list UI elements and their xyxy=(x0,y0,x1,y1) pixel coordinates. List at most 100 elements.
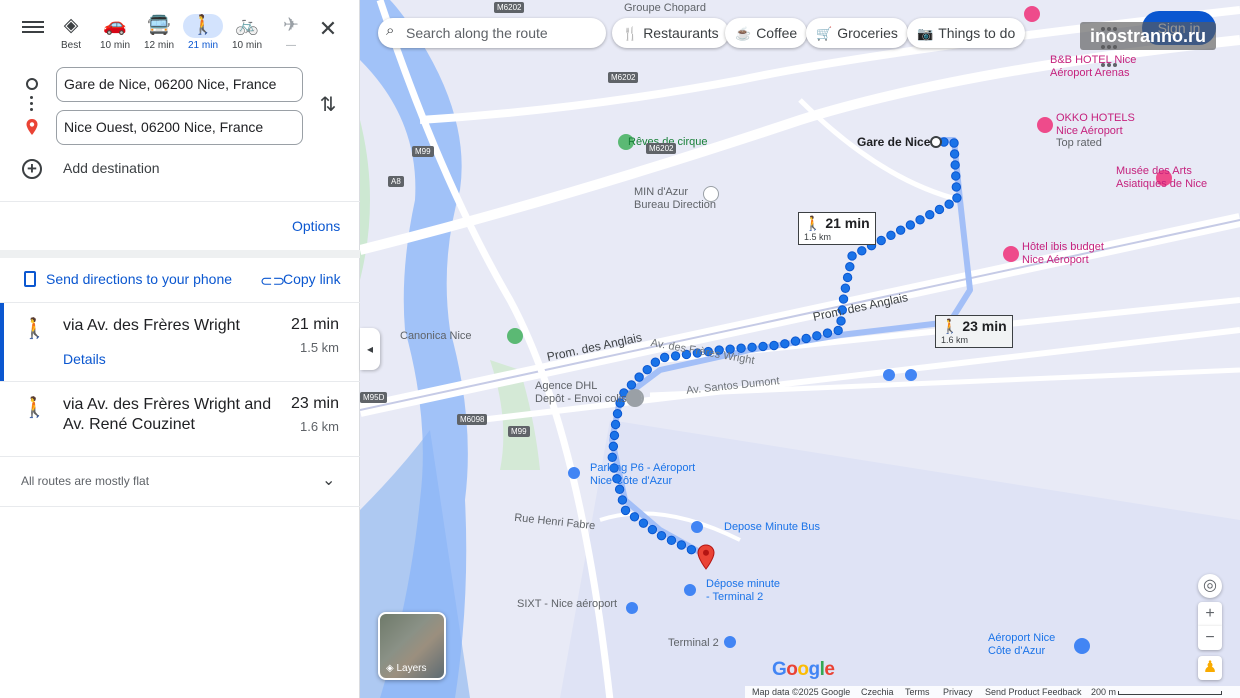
place-label: SIXT - Nice aéroport xyxy=(517,598,618,610)
callout-time-value: 21 min xyxy=(825,215,870,231)
route-dot xyxy=(650,357,661,367)
details-button[interactable]: Details xyxy=(63,351,106,367)
callout-distance: 1.5 km xyxy=(804,232,832,242)
route-dot xyxy=(608,441,619,452)
park-poi-icon[interactable] xyxy=(507,328,523,344)
swap-icon[interactable]: ⇅ xyxy=(316,92,340,116)
parking-icon[interactable] xyxy=(691,521,703,533)
road-shield: M99 xyxy=(508,426,530,437)
route-via: via Av. des Frères Wright xyxy=(63,317,240,334)
route-time: 21 min xyxy=(290,316,339,333)
phone-icon[interactable] xyxy=(24,271,36,287)
route-dot xyxy=(758,341,768,352)
walk-icon: 🚶 xyxy=(22,318,47,340)
route-search-input[interactable]: Search along the route xyxy=(378,18,606,48)
add-destination-button[interactable]: Add destination xyxy=(63,160,160,176)
section-divider xyxy=(0,250,360,258)
link-icon[interactable]: ⊂⊃ xyxy=(260,272,285,290)
parking-icon[interactable] xyxy=(568,467,580,479)
route-dot xyxy=(638,518,649,528)
route-dot xyxy=(905,220,916,230)
place-label: Terminal 2 xyxy=(668,637,719,649)
route-time-callout[interactable]: 🚶 21 min 1.5 km xyxy=(798,212,876,245)
close-icon[interactable]: ✕ xyxy=(316,16,340,42)
chip-coffee[interactable]: ☕ Coffee xyxy=(725,18,808,48)
hotel-icon[interactable] xyxy=(1037,117,1053,133)
layers-button[interactable]: ◈ Layers xyxy=(378,612,446,680)
fork-knife-icon: 🍴 xyxy=(622,26,639,41)
route-dot xyxy=(676,540,687,550)
collapse-panel-icon[interactable]: ◂ xyxy=(360,328,380,370)
route-option-1[interactable]: 🚶 via Av. des Frères Wright 21 min 1.5 k… xyxy=(0,303,360,381)
origin-input[interactable]: Gare de Nice, 06200 Nice, France xyxy=(56,67,303,102)
zoom-in-button[interactable]: + xyxy=(1198,602,1222,626)
walk-icon: 🚶 xyxy=(804,215,822,231)
car-icon: 🚗 xyxy=(103,15,127,36)
route-time: 23 min xyxy=(290,395,339,412)
chip-groceries[interactable]: 🛒 Groceries xyxy=(806,18,908,48)
hotel-icon[interactable] xyxy=(1003,246,1019,262)
place-label: Musée des Arts Asiatiques de Nice xyxy=(1116,165,1208,190)
route-dot xyxy=(747,342,757,353)
destination-marker-icon[interactable] xyxy=(696,544,716,570)
scale-bar xyxy=(1118,691,1222,695)
route-dot xyxy=(647,524,658,535)
destination-input[interactable]: Nice Ouest, 06200 Nice, France xyxy=(56,110,303,145)
route-dot xyxy=(952,193,962,203)
mode-best[interactable]: ◈ Best xyxy=(51,14,91,58)
route-dot xyxy=(656,530,667,541)
airport-icon[interactable] xyxy=(1074,638,1090,654)
road-shield: M99 xyxy=(412,146,434,157)
route-dot xyxy=(915,215,925,225)
route-dot xyxy=(612,408,623,419)
directions-panel: ◈ Best 🚗 10 min 🚍 12 min 🚶 21 min 🚲 10 m… xyxy=(0,0,360,698)
road-shield: M6098 xyxy=(457,414,488,425)
parking-icon[interactable] xyxy=(905,369,917,381)
place-label: Canonica Nice xyxy=(400,330,472,342)
mode-transit[interactable]: 🚍 12 min xyxy=(139,14,179,58)
pegman-icon[interactable]: ♟ xyxy=(1198,656,1222,680)
mode-label: 10 min xyxy=(231,40,262,51)
send-directions-button[interactable]: Send directions to your phone xyxy=(46,271,232,287)
route-option-2[interactable]: 🚶 via Av. des Frères Wright and Av. René… xyxy=(0,382,360,456)
route-distance: 1.5 km xyxy=(299,340,339,355)
mode-flight[interactable]: ✈ — xyxy=(271,14,311,58)
mode-drive[interactable]: 🚗 10 min xyxy=(95,14,135,58)
scale-label: 200 m xyxy=(1091,687,1117,697)
route-dot xyxy=(626,380,637,390)
chevron-down-icon[interactable]: ⌄ xyxy=(322,470,335,490)
watermark: inostranno.ru xyxy=(1080,22,1216,50)
copy-link-button[interactable]: Copy link xyxy=(283,271,341,287)
chip-label: Restaurants xyxy=(643,25,719,41)
parking-icon[interactable] xyxy=(883,369,895,381)
callout-distance: 1.6 km xyxy=(941,335,969,345)
mode-bike[interactable]: 🚲 10 min xyxy=(227,14,267,58)
terms-link[interactable]: Terms xyxy=(905,686,930,698)
place-label: Groupe Chopard xyxy=(624,2,706,14)
poi-icon[interactable] xyxy=(626,390,642,406)
menu-icon[interactable] xyxy=(22,18,44,38)
country-link[interactable]: Czechia xyxy=(861,686,894,698)
privacy-link[interactable]: Privacy xyxy=(943,686,973,698)
walk-icon: 🚶 xyxy=(183,14,223,38)
parking-icon[interactable] xyxy=(684,584,696,596)
chip-label: Coffee xyxy=(756,25,798,41)
search-icon: ⌕ xyxy=(386,22,395,39)
airport-icon[interactable] xyxy=(626,602,638,614)
options-button[interactable]: Options xyxy=(292,218,340,234)
add-destination-icon[interactable]: + xyxy=(22,159,42,179)
alt-route-time-callout[interactable]: 🚶 23 min 1.6 km xyxy=(935,315,1013,348)
feedback-link[interactable]: Send Product Feedback xyxy=(985,686,1082,698)
route-dot xyxy=(886,230,896,241)
callout-time-value: 23 min xyxy=(962,318,1007,334)
hotel-icon[interactable] xyxy=(1024,6,1040,22)
mode-label: 21 min xyxy=(187,40,218,51)
transit-icon[interactable] xyxy=(724,636,736,648)
chip-restaurants[interactable]: 🍴 Restaurants xyxy=(612,18,729,48)
zoom-out-button[interactable]: − xyxy=(1198,626,1222,650)
map-canvas[interactable]: Gare de Nice Rêves de cirque MIN d'Azur … xyxy=(360,0,1240,698)
route-dot xyxy=(620,505,631,516)
mode-walk[interactable]: 🚶 21 min xyxy=(183,14,223,58)
my-location-icon[interactable]: ◎ xyxy=(1198,574,1222,598)
chip-things-to-do[interactable]: 📷 Things to do xyxy=(907,18,1026,48)
